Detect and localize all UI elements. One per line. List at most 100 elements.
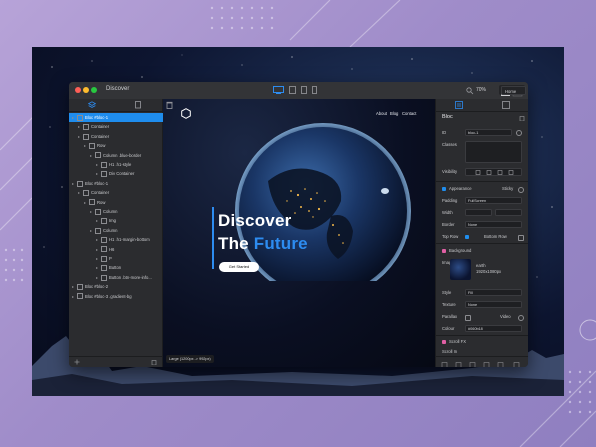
width-slider-b[interactable] xyxy=(495,209,522,216)
layer-type-icon xyxy=(77,284,83,291)
hero-heading-accent: Future xyxy=(253,234,308,253)
minimize-window-button[interactable] xyxy=(83,87,89,93)
layer-type-icon xyxy=(101,274,107,281)
bottom-row-checkbox[interactable] xyxy=(518,235,524,241)
inspector-footer xyxy=(436,356,528,367)
layer-label: Column .blue-border xyxy=(103,152,142,158)
tablet-landscape-icon[interactable] xyxy=(289,86,296,94)
layer-type-icon xyxy=(89,143,95,150)
divider xyxy=(436,335,528,336)
layer-tree-item[interactable]: ▸ Row xyxy=(69,198,177,207)
trash-icon[interactable] xyxy=(166,101,173,109)
settings-tab-icon[interactable] xyxy=(502,101,510,109)
top-row-checkbox[interactable] xyxy=(465,235,469,239)
page-select-value: Home xyxy=(505,88,517,94)
style-label: Style xyxy=(442,290,452,295)
nav-link-contact[interactable]: Contact xyxy=(402,111,416,116)
texture-label: Texture xyxy=(442,302,456,307)
inspector-heading: Bloc xyxy=(442,114,453,120)
phone-view-icon[interactable] xyxy=(312,86,317,94)
video-toggle[interactable] xyxy=(518,315,524,321)
nav-link-blog[interactable]: Blog xyxy=(390,111,398,116)
id-label: ID xyxy=(442,130,447,135)
visibility-toggles[interactable] xyxy=(465,168,522,176)
layers-footer xyxy=(69,356,162,367)
layer-tree-item[interactable]: ▸ Row xyxy=(69,141,177,150)
layer-type-icon xyxy=(83,124,89,131)
layer-label: H6 xyxy=(109,246,115,252)
get-started-button[interactable]: Get Started xyxy=(219,262,259,272)
image-name: earth xyxy=(476,263,486,268)
appearance-label: Appearance xyxy=(449,186,472,191)
delete-layer-icon[interactable] xyxy=(151,359,157,365)
delete-bloc-icon[interactable] xyxy=(519,115,525,121)
layer-type-icon xyxy=(101,171,107,178)
background-image-thumbnail[interactable] xyxy=(450,259,471,280)
layer-tree-item[interactable]: ▸ Bloc #bloc-1 xyxy=(69,113,165,122)
layer-label: H1 .h1-margin-bottom xyxy=(109,237,150,243)
classes-field[interactable] xyxy=(465,141,522,163)
layer-type-icon xyxy=(101,265,107,272)
bottom-row-label: Bottom Row xyxy=(484,234,507,239)
id-field[interactable]: bloc-1 xyxy=(465,129,512,136)
layer-label: Container xyxy=(91,133,110,139)
layer-tree-item[interactable]: ▸ Container xyxy=(69,122,171,131)
layer-type-icon xyxy=(95,152,101,159)
scroll-fx-label: Scroll FX xyxy=(449,339,466,344)
video-label: Video xyxy=(500,314,511,319)
layer-label: Button .btn-more-info... xyxy=(109,274,152,280)
scroll-in-label: Scroll In xyxy=(442,349,458,354)
zoom-level[interactable]: 70% xyxy=(476,87,486,93)
hero-heading-line1[interactable]: Discover xyxy=(218,211,291,231)
width-slider-a[interactable] xyxy=(465,209,492,216)
layer-label: Img xyxy=(109,218,116,224)
layer-tree-item[interactable]: ▸ Bloc #bloc-1 xyxy=(69,179,165,188)
style-select[interactable]: Fill xyxy=(465,289,522,296)
divider xyxy=(436,243,528,244)
layer-label: Column xyxy=(103,227,118,233)
layer-type-icon xyxy=(101,255,107,262)
divider xyxy=(436,181,528,182)
nav-link-about[interactable]: About xyxy=(376,111,387,116)
parallax-label: Parallax xyxy=(442,314,458,319)
layer-label: Row xyxy=(97,199,106,205)
scroll-fx-section-icon xyxy=(442,340,446,344)
layer-label: Column xyxy=(103,209,118,214)
layer-type-icon xyxy=(101,237,107,244)
layer-tree-item[interactable]: ▸ Container xyxy=(69,188,171,197)
properties-tab-icon[interactable] xyxy=(455,101,463,109)
zoom-magnifier-icon[interactable] xyxy=(466,87,474,95)
parallax-checkbox[interactable] xyxy=(465,315,471,321)
border-select[interactable]: None xyxy=(465,221,522,228)
tablet-portrait-icon[interactable] xyxy=(301,86,307,94)
layer-tree-item[interactable]: ▸ Bloc #bloc-3 .gradient-bg xyxy=(69,292,165,301)
layer-label: Button xyxy=(109,265,122,271)
layer-type-icon xyxy=(95,227,101,234)
hero-heading-prefix: The xyxy=(218,234,254,253)
pages-tab-icon[interactable] xyxy=(135,101,142,109)
inspector-footer-icons[interactable] xyxy=(436,360,528,367)
hero-heading-line2[interactable]: The Future xyxy=(218,234,308,254)
colour-field[interactable]: #060b18 xyxy=(465,325,522,332)
classes-label: Classes xyxy=(442,142,457,147)
sticky-toggle[interactable] xyxy=(518,187,524,193)
layer-type-icon xyxy=(101,218,107,225)
layer-tree-item[interactable]: ▸ Bloc #bloc-2 xyxy=(69,282,165,291)
texture-select[interactable]: None xyxy=(465,301,522,308)
page-select[interactable]: Home xyxy=(501,86,526,95)
add-layer-icon[interactable] xyxy=(74,359,80,365)
design-canvas[interactable]: About Blog Contact Discover The Future G… xyxy=(163,99,435,367)
zoom-window-button[interactable] xyxy=(91,87,97,93)
padding-label: Padding xyxy=(442,198,458,203)
layer-label: Bloc #bloc-1 xyxy=(85,115,109,120)
layer-label: Container xyxy=(91,190,110,196)
padding-select[interactable]: FullScreen xyxy=(465,197,522,204)
id-info-icon[interactable] xyxy=(516,130,522,136)
layer-label: Div Container xyxy=(109,171,135,177)
background-section-icon xyxy=(442,249,446,253)
layer-label: Bloc #bloc-3 .gradient-bg xyxy=(85,293,132,299)
layers-tab-icon[interactable] xyxy=(88,101,96,109)
desktop-view-icon[interactable] xyxy=(273,86,284,94)
layer-tree-item[interactable]: ▸ Container xyxy=(69,132,171,141)
close-window-button[interactable] xyxy=(75,87,81,93)
